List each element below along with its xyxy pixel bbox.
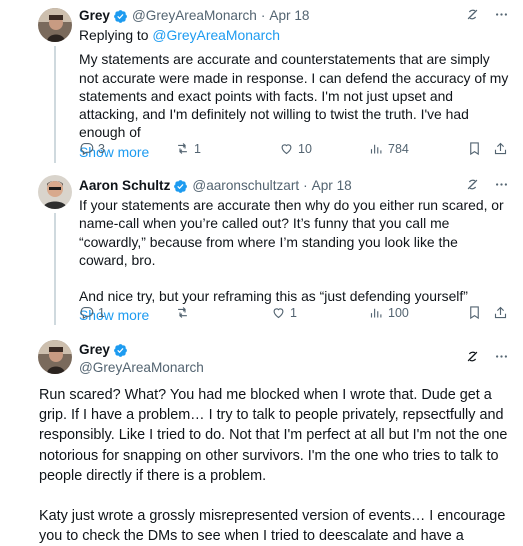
views-icon xyxy=(370,144,382,154)
retweet-count: 1 xyxy=(194,141,201,156)
like-count: 10 xyxy=(298,141,312,156)
tweet-header: Grey xyxy=(79,341,509,362)
reply-icon xyxy=(80,306,94,320)
reply-button[interactable]: 1 xyxy=(79,305,175,320)
thread-line xyxy=(54,46,56,163)
thread-line xyxy=(54,213,56,325)
avatar-grey[interactable] xyxy=(38,340,72,374)
more-icon[interactable] xyxy=(494,349,509,364)
tweet-header: Aaron Schultz @aaronschultzart · Apr 18 xyxy=(79,177,509,195)
separator: · xyxy=(303,178,308,193)
grok-icon[interactable] xyxy=(465,177,480,192)
views-count: 100 xyxy=(388,305,409,320)
bookmark-icon xyxy=(470,142,479,156)
display-name[interactable]: Grey xyxy=(79,7,110,25)
replying-handle-link[interactable]: @GreyAreaMonarch xyxy=(152,27,280,43)
grok-icon[interactable] xyxy=(465,349,480,364)
avatar-grey[interactable] xyxy=(38,8,72,42)
share-icon xyxy=(494,306,507,319)
retweet-icon xyxy=(178,307,187,318)
tweet-text: If your statements are accurate then why… xyxy=(79,197,504,268)
views-button[interactable]: 100 xyxy=(369,305,467,320)
retweet-icon xyxy=(178,143,187,154)
verified-badge-icon xyxy=(114,343,127,357)
display-name[interactable]: Grey xyxy=(79,341,110,359)
views-button[interactable]: 784 xyxy=(369,141,467,156)
bookmark-button[interactable] xyxy=(467,305,493,320)
handle[interactable]: @GreyAreaMonarch xyxy=(132,7,257,25)
timestamp[interactable]: Apr 18 xyxy=(312,177,352,195)
like-icon xyxy=(273,308,284,319)
action-bar: 3 1 10 784 xyxy=(79,141,509,156)
verified-badge-icon xyxy=(174,179,188,193)
share-icon xyxy=(494,142,507,155)
share-button[interactable] xyxy=(493,305,508,320)
views-count: 784 xyxy=(388,141,409,156)
like-icon xyxy=(281,144,292,155)
tweet-header: Grey @GreyAreaMonarch · Apr 18 xyxy=(79,7,509,25)
tweet-text: My statements are accurate and counterst… xyxy=(79,51,509,141)
tweet-text: And nice try, but your reframing this as… xyxy=(79,288,468,305)
handle[interactable]: @aaronschultzart xyxy=(192,177,299,195)
like-count: 1 xyxy=(290,305,297,320)
more-icon[interactable] xyxy=(494,177,509,192)
replying-to: Replying to @GreyAreaMonarch xyxy=(79,27,280,43)
reply-count: 3 xyxy=(98,141,105,156)
retweet-button[interactable]: 1 xyxy=(175,141,279,156)
retweet-button[interactable] xyxy=(175,305,271,320)
reply-count: 1 xyxy=(98,305,105,320)
avatar-aaron[interactable] xyxy=(38,175,72,209)
views-icon xyxy=(370,308,382,318)
separator: · xyxy=(260,8,266,23)
like-button[interactable]: 1 xyxy=(271,305,369,320)
like-button[interactable]: 10 xyxy=(279,141,369,156)
verified-badge-icon xyxy=(114,9,127,23)
handle[interactable]: @GreyAreaMonarch xyxy=(79,359,204,377)
display-name[interactable]: Aaron Schultz xyxy=(79,177,170,195)
reply-button[interactable]: 3 xyxy=(79,141,175,156)
grok-icon[interactable] xyxy=(465,7,480,22)
bookmark-icon xyxy=(470,306,479,320)
bookmark-button[interactable] xyxy=(467,141,493,156)
timestamp[interactable]: Apr 18 xyxy=(269,7,309,25)
more-icon[interactable] xyxy=(494,7,509,22)
action-bar: 1 1 100 xyxy=(79,305,509,320)
tweet-text: Run scared? What? You had me blocked whe… xyxy=(39,387,508,484)
reply-icon xyxy=(80,142,94,156)
tweet-text: Katy just wrote a grossly misrepresented… xyxy=(39,508,506,545)
share-button[interactable] xyxy=(493,141,508,156)
